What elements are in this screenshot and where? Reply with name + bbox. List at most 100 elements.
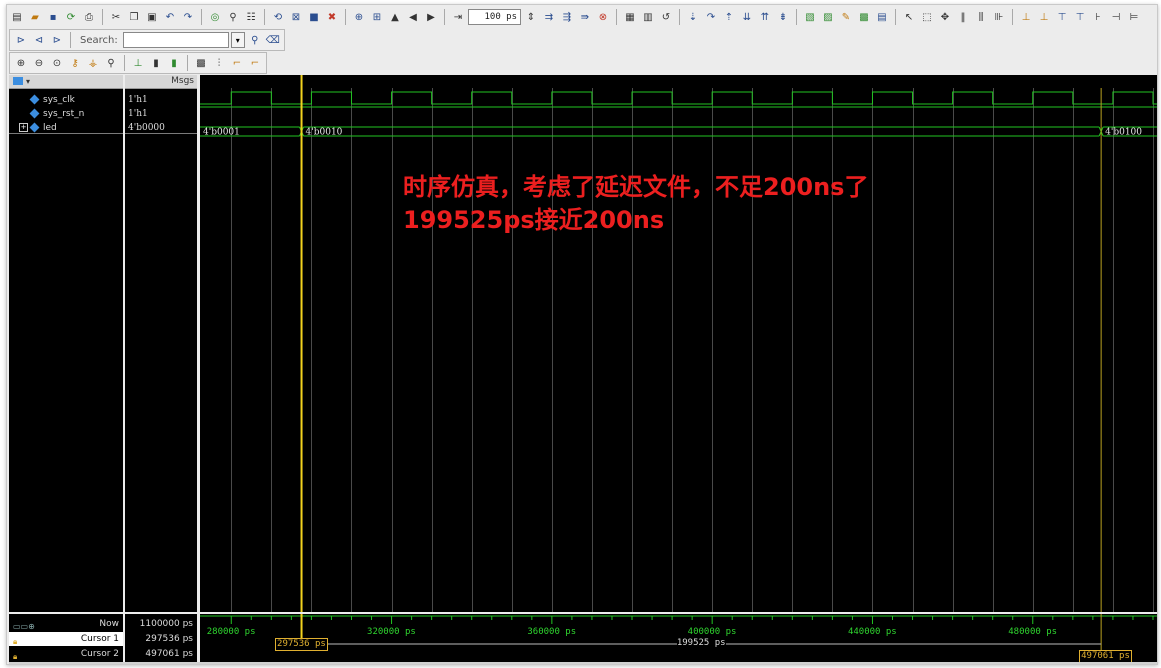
up-icon[interactable]: ▲	[387, 9, 403, 25]
zoom-out-icon[interactable]: ⊖	[31, 55, 47, 71]
ruler-tick-label: 440000 ps	[847, 627, 897, 637]
now-label: Now	[99, 619, 119, 629]
waveform-canvas[interactable]: 4'b0001 4'b0010 4'b0100	[200, 75, 1157, 612]
zoom-full-icon[interactable]: ⊙	[49, 55, 65, 71]
end-sim-icon[interactable]: ✖	[324, 9, 340, 25]
find-list-icon[interactable]: ⊳	[49, 32, 65, 48]
timeline-pane[interactable]: 297536 ps 199525 ps 497061 ps 280000 ps 3…	[200, 614, 1157, 663]
expand-icon[interactable]: +	[19, 123, 28, 132]
save-icon[interactable]: ▪	[45, 9, 61, 25]
horizontal-scrollbar[interactable]	[9, 662, 1157, 664]
zoom-in-icon[interactable]: ⊕	[13, 55, 29, 71]
search-options-icon[interactable]: ⚲	[247, 32, 263, 48]
layout4-icon[interactable]: ▤	[874, 9, 890, 25]
pointer-icon[interactable]: ↖	[901, 9, 917, 25]
layout3-icon[interactable]: ▩	[856, 9, 872, 25]
wave-style4-icon[interactable]: ▩	[193, 55, 209, 71]
find-icon[interactable]: ⚲	[225, 9, 241, 25]
signal-value: 1'h1	[128, 109, 148, 119]
compile-icon[interactable]: ◎	[207, 9, 223, 25]
break-sim-icon[interactable]: ⊗	[595, 9, 611, 25]
step-multi-icon[interactable]: ⇈	[757, 9, 773, 25]
now-value: 1100000 ps	[139, 619, 193, 629]
zoom-cursor-icon[interactable]: ⚷	[67, 55, 83, 71]
wave-style6-icon[interactable]: ⌐	[229, 55, 245, 71]
toolbar-separator	[616, 9, 617, 25]
step-up-icon[interactable]: ⇡	[721, 9, 737, 25]
zoom-range-icon[interactable]: ⚶	[85, 55, 101, 71]
split-icon[interactable]: ⫼	[973, 9, 989, 25]
back-icon[interactable]: ◀	[405, 9, 421, 25]
edit-wave-icon[interactable]: ⊪	[991, 9, 1007, 25]
print-icon[interactable]: ⎙	[81, 9, 97, 25]
wave-style2-icon[interactable]: ▮	[148, 55, 164, 71]
cursor1-time-box[interactable]: 297536 ps	[275, 638, 328, 651]
edge-find2-icon[interactable]: ⊤	[1072, 9, 1088, 25]
cursor1-row[interactable]: 🔒︎ Cursor 1	[9, 632, 123, 646]
run-icon[interactable]: ⇉	[541, 9, 557, 25]
run-length-icon: ⇥	[453, 11, 463, 23]
cursor2-row[interactable]: 🔒︎ Cursor 2	[9, 647, 123, 661]
edge-find5-icon[interactable]: ⊨	[1126, 9, 1142, 25]
insert-divider-icon[interactable]: ⊞	[369, 9, 385, 25]
search-dropdown-icon[interactable]: ▾	[230, 32, 245, 48]
step-out-icon[interactable]: ↺	[658, 9, 674, 25]
step-into-icon[interactable]: ⇣	[685, 9, 701, 25]
spin-icon[interactable]: ⇕	[523, 9, 539, 25]
reload-icon[interactable]: ⟳	[63, 9, 79, 25]
paste-icon[interactable]: ▣	[144, 9, 160, 25]
edge-find3-icon[interactable]: ⊦	[1090, 9, 1106, 25]
run-length-input[interactable]: 100 ps	[468, 9, 521, 25]
new-file-icon[interactable]: ▤	[9, 9, 25, 25]
edge-find-icon[interactable]: ⊤	[1054, 9, 1070, 25]
wave-style7-icon[interactable]: ⌐	[247, 55, 263, 71]
edge-prev-icon[interactable]: ⊥	[1018, 9, 1034, 25]
pan-icon[interactable]: ✥	[937, 9, 953, 25]
step-icon[interactable]: ▦	[622, 9, 638, 25]
step-all-icon[interactable]: ⇊	[739, 9, 755, 25]
format-icon[interactable]: ☷	[243, 9, 259, 25]
layout2-icon[interactable]: ▨	[820, 9, 836, 25]
zoom-last-icon[interactable]: ⚲	[103, 55, 119, 71]
step-end-icon[interactable]: ⇟	[775, 9, 791, 25]
cut-icon[interactable]: ✂	[108, 9, 124, 25]
stop-icon[interactable]: ■	[306, 9, 322, 25]
signal-names-pane: ▾ sys_clk sys_rst_n + led	[9, 75, 123, 612]
signal-row-sys-rst-n[interactable]: sys_rst_n	[29, 107, 84, 121]
signal-row-sys-clk[interactable]: sys_clk	[29, 93, 75, 107]
wave-style3-icon[interactable]: ▮	[166, 55, 182, 71]
step-back-icon[interactable]: ↷	[703, 9, 719, 25]
waveform-pane[interactable]: 4'b0001 4'b0010 4'b0100 时序仿真，考虑了延迟文件，不足200…	[200, 75, 1157, 612]
wave-icon	[13, 77, 23, 85]
search-input[interactable]	[122, 32, 229, 48]
wave-style-icon[interactable]: ⊥	[130, 55, 146, 71]
zoom-box-icon[interactable]: ⬚	[919, 9, 935, 25]
search-clear-icon[interactable]: ⌫	[265, 32, 281, 48]
copy-icon[interactable]: ❐	[126, 9, 142, 25]
undo-icon[interactable]: ↶	[162, 9, 178, 25]
edge-find4-icon[interactable]: ⊣	[1108, 9, 1124, 25]
cursor-mode-icon[interactable]: ‖	[955, 9, 971, 25]
add-wave-icon[interactable]: ⊕	[351, 9, 367, 25]
ruler-tick-label: 360000 ps	[527, 627, 577, 637]
restart-icon[interactable]: ⟲	[270, 9, 286, 25]
run-all-icon[interactable]: ⇛	[577, 9, 593, 25]
wave-style5-icon[interactable]: ⫶	[211, 55, 227, 71]
redo-icon[interactable]: ↷	[180, 9, 196, 25]
break-icon[interactable]: ⊠	[288, 9, 304, 25]
step-over-icon[interactable]: ▥	[640, 9, 656, 25]
signal-icon	[29, 108, 40, 119]
dropdown-arrow-icon[interactable]: ▾	[26, 75, 30, 88]
cursor-names-pane: ▭▭⊕ Now 🔒︎ Cursor 1 🔒︎ Cursor 2	[9, 614, 123, 662]
open-folder-icon[interactable]: ▰	[27, 9, 43, 25]
forward-icon[interactable]: ▶	[423, 9, 439, 25]
ruler-tick-label: 320000 ps	[367, 627, 416, 637]
edge-next-icon[interactable]: ⊥	[1036, 9, 1052, 25]
ruler-tick-label: 280000 ps	[206, 627, 256, 637]
sys-clk-wave	[200, 91, 1157, 105]
edit-icon[interactable]: ✎	[838, 9, 854, 25]
find-prev-icon[interactable]: ⊲	[31, 32, 47, 48]
continue-icon[interactable]: ⇶	[559, 9, 575, 25]
find-next-icon[interactable]: ⊳	[13, 32, 29, 48]
layout-icon[interactable]: ▧	[802, 9, 818, 25]
